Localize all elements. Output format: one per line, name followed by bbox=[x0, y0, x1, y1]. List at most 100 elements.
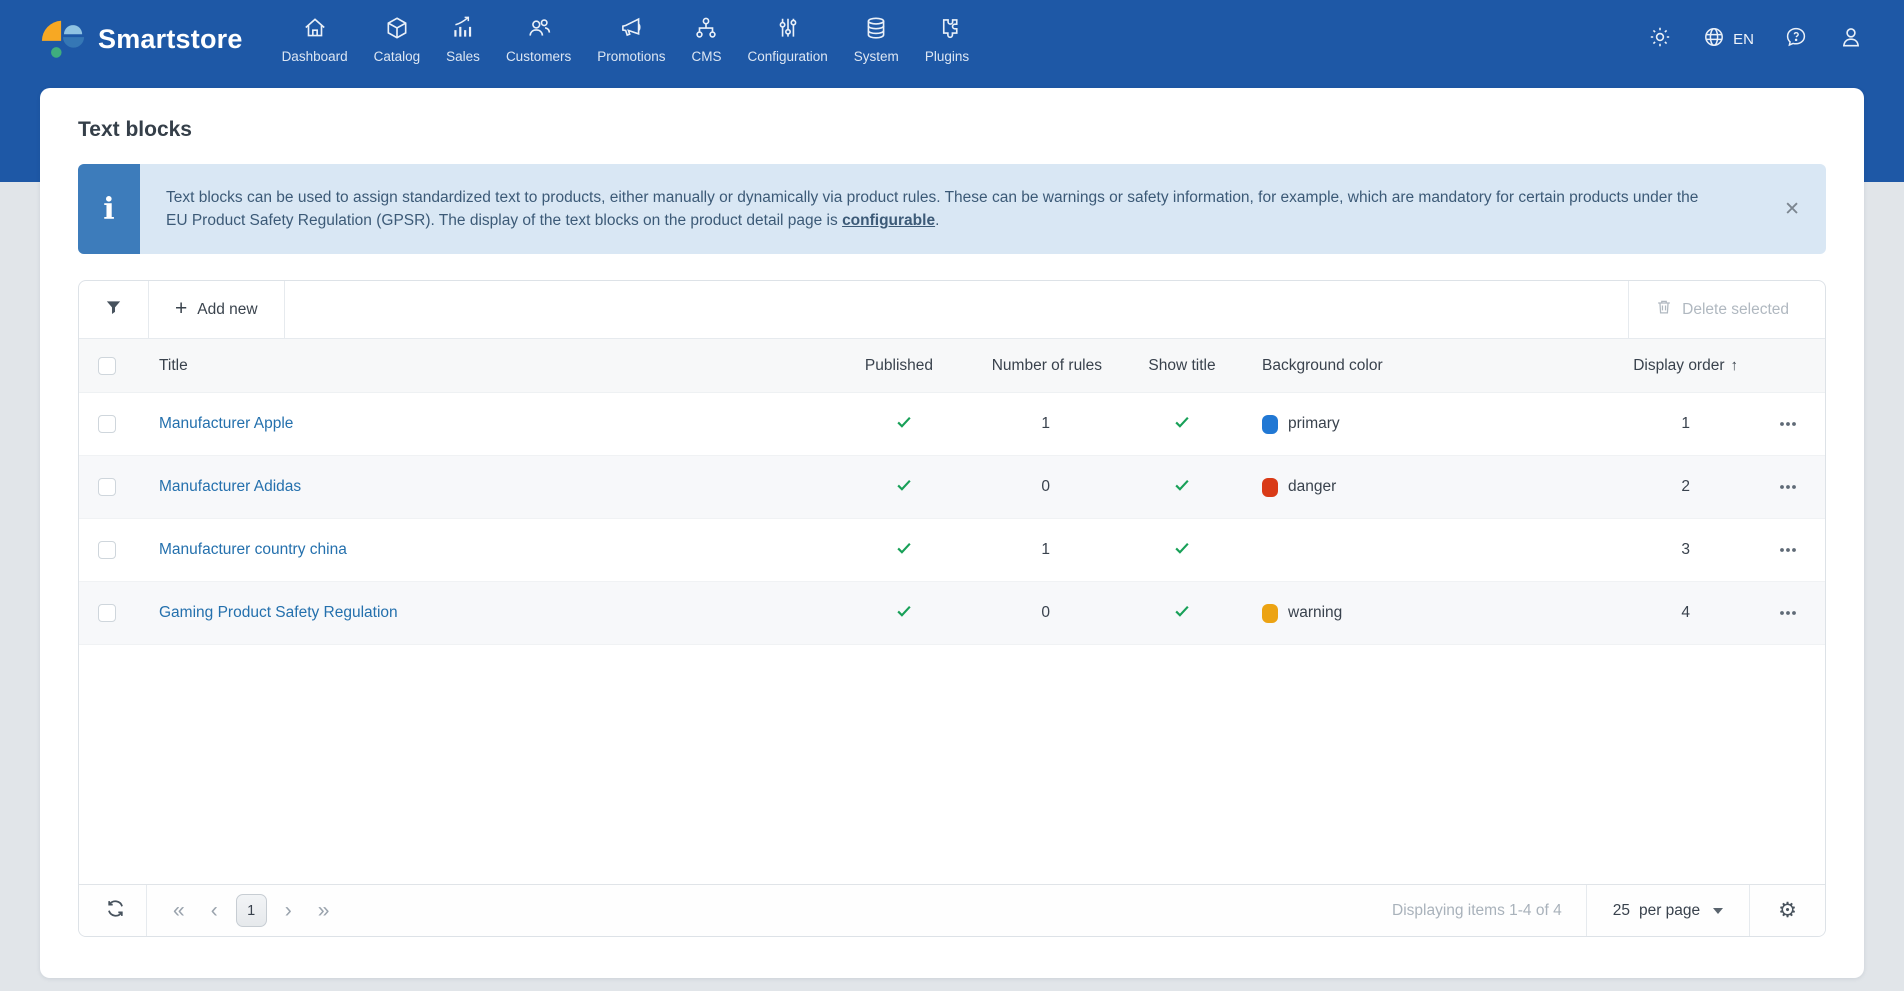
nav-label: System bbox=[854, 49, 899, 64]
previous-page-button[interactable]: ‹ bbox=[203, 900, 226, 921]
row-checkbox[interactable] bbox=[98, 604, 116, 622]
nav-item-customers[interactable]: Customers bbox=[493, 9, 584, 70]
display-order-value: 1 bbox=[1593, 415, 1750, 433]
add-new-label: Add new bbox=[197, 301, 257, 319]
header-published[interactable]: Published bbox=[805, 357, 945, 375]
grid-toolbar: + Add new Delete selected bbox=[79, 281, 1825, 339]
header-number-of-rules[interactable]: Number of rules bbox=[945, 357, 1114, 375]
table-row: Gaming Product Safety Regulation 0 warni… bbox=[79, 582, 1825, 645]
settings-button[interactable] bbox=[1648, 25, 1672, 54]
nav-label: Plugins bbox=[925, 49, 969, 64]
pager: « ‹ 1 › » bbox=[147, 894, 355, 927]
page-size-selector[interactable]: 25 per page bbox=[1587, 902, 1749, 920]
row-menu-button[interactable] bbox=[1773, 415, 1803, 433]
row-menu-button[interactable] bbox=[1773, 604, 1803, 622]
header-show-title[interactable]: Show title bbox=[1114, 357, 1250, 375]
help-button[interactable] bbox=[1784, 25, 1808, 54]
table-empty-space bbox=[79, 645, 1825, 884]
header-display-order[interactable]: Display order ↑ bbox=[1593, 357, 1750, 375]
row-title-link[interactable]: Manufacturer Apple bbox=[159, 415, 293, 432]
help-bubble-icon bbox=[1784, 25, 1808, 54]
nav-item-plugins[interactable]: Plugins bbox=[912, 9, 982, 70]
current-page-indicator[interactable]: 1 bbox=[236, 894, 267, 927]
bg-color-label: danger bbox=[1288, 478, 1336, 496]
row-checkbox[interactable] bbox=[98, 478, 116, 496]
row-title-link[interactable]: Gaming Product Safety Regulation bbox=[159, 604, 398, 621]
row-title-link[interactable]: Manufacturer country china bbox=[159, 541, 347, 558]
bg-color-label: warning bbox=[1288, 604, 1342, 622]
published-check-icon bbox=[895, 481, 913, 498]
data-grid: + Add new Delete selected Title Publishe… bbox=[78, 280, 1826, 937]
banner-close-icon[interactable]: ✕ bbox=[1784, 200, 1800, 219]
nav-label: CMS bbox=[691, 49, 721, 64]
display-order-value: 4 bbox=[1593, 604, 1750, 622]
refresh-icon bbox=[105, 898, 126, 924]
row-checkbox[interactable] bbox=[98, 541, 116, 559]
plus-icon: + bbox=[175, 298, 187, 319]
main-navigation: Dashboard Catalog Sales Customers Promot… bbox=[269, 9, 983, 70]
smartstore-logo-icon bbox=[40, 16, 86, 62]
gear-icon bbox=[1648, 25, 1672, 54]
rules-count: 1 bbox=[945, 415, 1114, 433]
row-checkbox[interactable] bbox=[98, 415, 116, 433]
nav-item-catalog[interactable]: Catalog bbox=[361, 9, 434, 70]
table-header-row: Title Published Number of rules Show tit… bbox=[79, 339, 1825, 393]
banner-text-end: . bbox=[935, 212, 939, 229]
trash-icon bbox=[1655, 298, 1673, 321]
delete-selected-label: Delete selected bbox=[1682, 301, 1789, 319]
select-all-checkbox[interactable] bbox=[98, 357, 116, 375]
last-page-button[interactable]: » bbox=[310, 900, 338, 921]
configurable-link[interactable]: configurable bbox=[842, 212, 935, 229]
published-check-icon bbox=[895, 418, 913, 435]
rules-count: 0 bbox=[945, 478, 1114, 496]
row-menu-button[interactable] bbox=[1773, 478, 1803, 496]
gear-icon: ⚙ bbox=[1778, 898, 1797, 923]
filter-icon bbox=[104, 298, 123, 322]
show-title-check-icon bbox=[1173, 481, 1191, 498]
nav-item-sales[interactable]: Sales bbox=[433, 9, 493, 70]
nav-item-system[interactable]: System bbox=[841, 9, 912, 70]
header-display-order-label: Display order bbox=[1633, 357, 1724, 375]
add-new-button[interactable]: + Add new bbox=[149, 281, 285, 338]
per-page-label: per page bbox=[1639, 902, 1700, 920]
sort-asc-icon: ↑ bbox=[1731, 357, 1739, 374]
brand-name: Smartstore bbox=[98, 24, 243, 55]
info-banner: i Text blocks can be used to assign stan… bbox=[78, 164, 1826, 254]
nav-item-promotions[interactable]: Promotions bbox=[584, 9, 678, 70]
language-code: EN bbox=[1733, 31, 1754, 48]
brand-logo[interactable]: Smartstore bbox=[40, 16, 243, 62]
refresh-button[interactable] bbox=[99, 898, 146, 924]
home-icon bbox=[302, 15, 328, 46]
row-title-link[interactable]: Manufacturer Adidas bbox=[159, 478, 301, 495]
nav-label: Sales bbox=[446, 49, 480, 64]
nav-label: Promotions bbox=[597, 49, 665, 64]
user-icon bbox=[1838, 24, 1864, 55]
filter-button[interactable] bbox=[79, 281, 149, 338]
published-check-icon bbox=[895, 544, 913, 561]
nav-item-configuration[interactable]: Configuration bbox=[734, 9, 840, 70]
database-icon bbox=[863, 15, 889, 46]
grid-settings-button[interactable]: ⚙ bbox=[1750, 898, 1825, 923]
show-title-check-icon bbox=[1173, 544, 1191, 561]
show-title-check-icon bbox=[1173, 418, 1191, 435]
nav-label: Catalog bbox=[374, 49, 421, 64]
puzzle-icon bbox=[934, 15, 960, 46]
nav-item-cms[interactable]: CMS bbox=[678, 9, 734, 70]
sliders-icon bbox=[775, 15, 801, 46]
header-title[interactable]: Title bbox=[135, 357, 805, 375]
chevron-down-icon bbox=[1713, 908, 1723, 914]
delete-selected-button[interactable]: Delete selected bbox=[1628, 281, 1825, 338]
bg-color-swatch bbox=[1262, 415, 1278, 434]
page-title: Text blocks bbox=[40, 88, 1864, 152]
table-row: Manufacturer Adidas 0 danger 2 bbox=[79, 456, 1825, 519]
row-menu-button[interactable] bbox=[1773, 541, 1803, 559]
language-selector[interactable]: EN bbox=[1702, 25, 1754, 54]
next-page-button[interactable]: › bbox=[277, 900, 300, 921]
first-page-button[interactable]: « bbox=[165, 900, 193, 921]
account-button[interactable] bbox=[1838, 24, 1864, 55]
nav-label: Dashboard bbox=[282, 49, 348, 64]
display-order-value: 2 bbox=[1593, 478, 1750, 496]
header-background-color[interactable]: Background color bbox=[1250, 357, 1593, 375]
nav-label: Customers bbox=[506, 49, 571, 64]
nav-item-dashboard[interactable]: Dashboard bbox=[269, 9, 361, 70]
